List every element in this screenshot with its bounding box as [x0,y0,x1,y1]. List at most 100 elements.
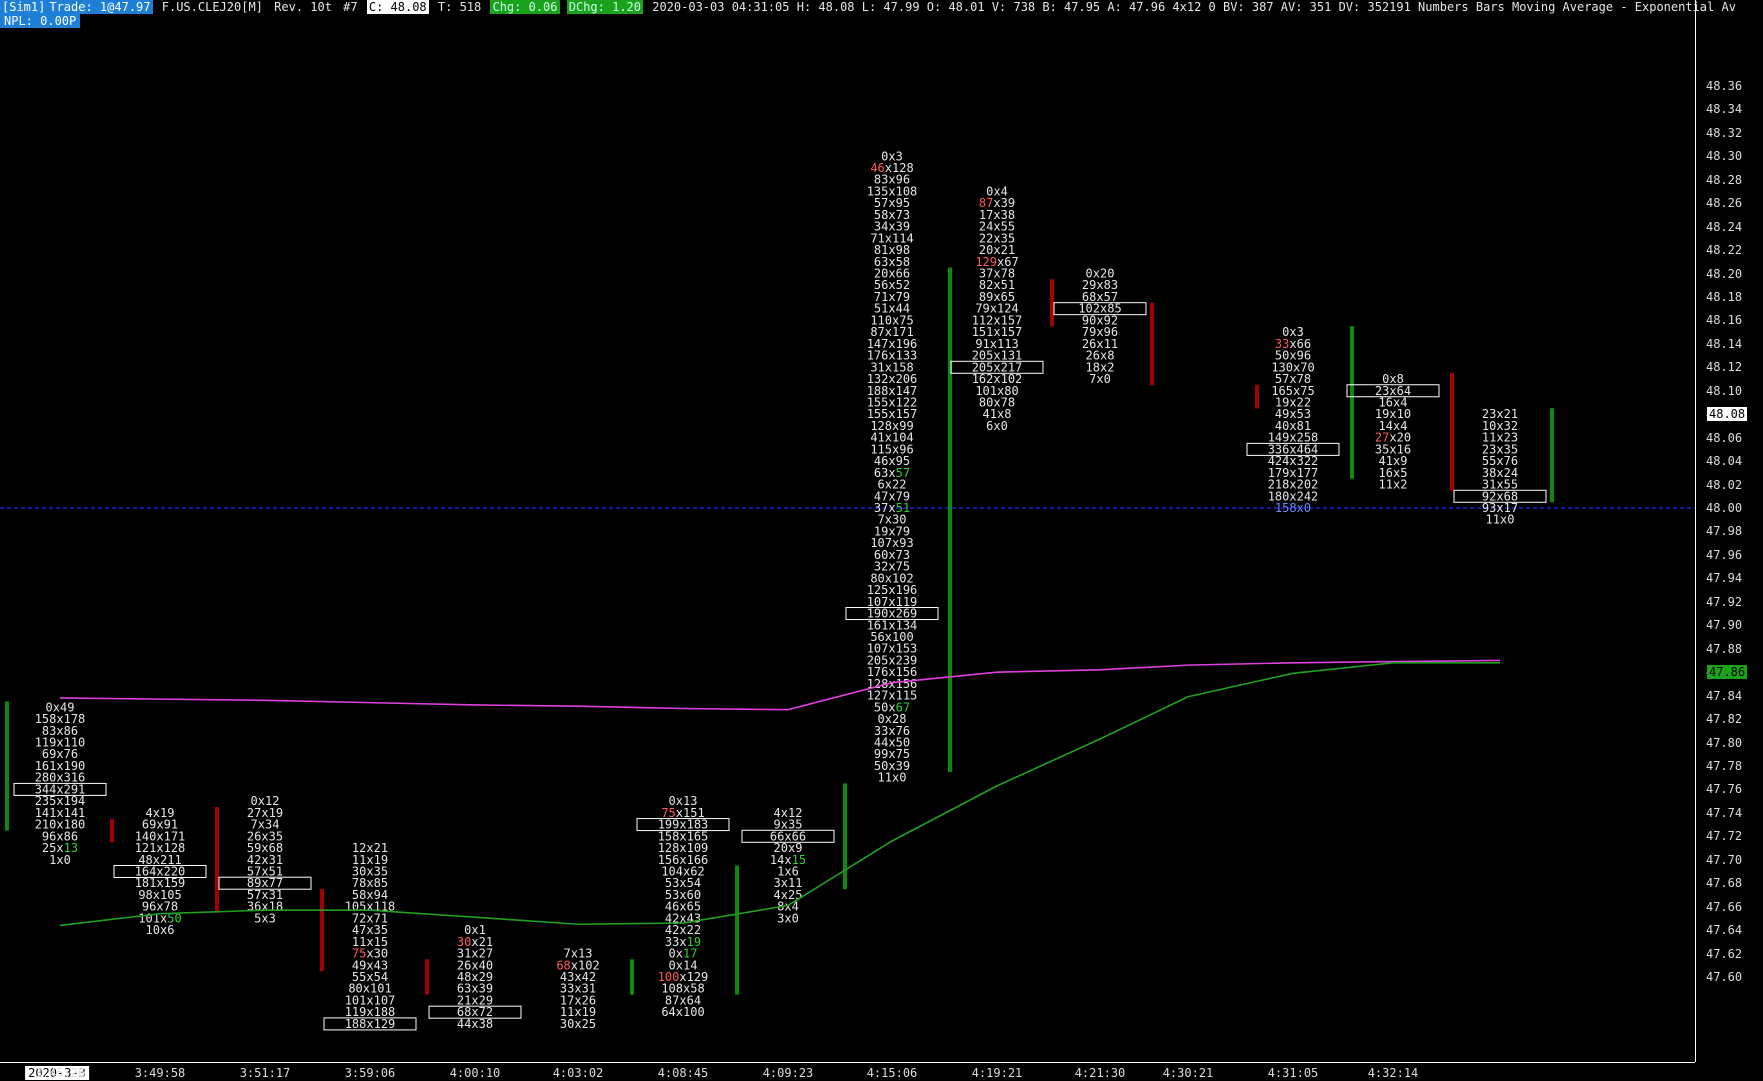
time-tick-label: 4:03:02 [552,1066,604,1080]
change-label: Chg: 0.06 [490,0,560,14]
price-tick-label: 48.02 [1706,477,1743,492]
price-tick-label: 48.22 [1706,243,1743,258]
volume-bar [1150,302,1154,386]
footprint-chart[interactable]: 0x49158x17883x86119x11069x76161x190280x3… [0,0,1695,1062]
volume-bar [630,959,634,995]
footprint-cell: 11x0 [1486,513,1515,527]
ema-price-tag: 47.86 [1707,665,1748,680]
price-tick-label: 48.20 [1706,266,1743,281]
footprint-bar[interactable]: 0x487x3917x3824x5522x3520x21129x6737x788… [950,184,1054,433]
price-tick-label: 48.04 [1706,454,1743,469]
volume-bar [1255,384,1259,409]
footprint-bar[interactable]: 7x1368x10243x4233x3117x2611x1930x25 [556,947,634,1031]
time-tick-label: 4:19:21 [971,1066,1023,1080]
price-axis[interactable]: 48.36 48.34 48.32 48.30 48.28 48.26 48.24 48.22… [1695,0,1763,1062]
price-tick-label: 48.36 [1706,78,1743,93]
rev-label: Rev. 10t [274,0,332,14]
footprint-bar[interactable]: 0x823x6416x419x1014x427x2035x1641x916x51… [1346,372,1454,492]
time-tick-label: 3:45:26 [34,1066,86,1080]
footprint-bar[interactable]: 23x2110x3211x2323x3555x7638x2431x5592x68… [1453,407,1554,527]
footprint-cell: 7x0 [1089,372,1111,386]
volume-bar [948,267,952,772]
footprint-cell: 10x6 [146,923,175,937]
footprint-cell: 11x2 [1379,478,1408,492]
price-tick-label: 48.30 [1706,149,1743,164]
volume-bar [1050,279,1054,327]
price-tick-label: 48.10 [1706,383,1743,398]
chart-header: [Sim1] Trade: 1@47.97 F.US.CLEJ20[M] Rev.… [0,0,1738,14]
price-tick-label: 48.12 [1706,360,1743,375]
bar-info-label: 2020-03-03 04:31:05 H: 48.08 L: 47.99 O:… [652,0,1736,14]
time-axis[interactable]: 2020-3-3 3:45:26 3:49:58 3:51:17 3:59:06 4:00… [0,1062,1695,1081]
price-tick-label: 47.88 [1706,641,1743,656]
time-tick-label: 3:49:58 [134,1066,186,1080]
time-tick-label: 4:00:10 [449,1066,501,1080]
current-price-tag: 48.08 [1707,407,1748,422]
volume-bar [110,818,114,843]
footprint-bar[interactable]: 4x129x3566x6620x914x151x63x114x258x43x0 [741,783,847,925]
npl-label: NPL: 0.00P [0,14,81,28]
footprint-bar[interactable]: 0x49158x17883x86119x11069x76161x190280x3… [5,700,107,867]
footprint-cell: 158x0 [1275,501,1311,515]
bar-number-label: #7 [343,0,358,14]
footprint-bar[interactable]: 0x2029x8368x57102x8590x9279x9626x1126x81… [1053,267,1154,387]
price-tick-label: 47.76 [1706,782,1743,797]
time-tick-label: 4:21:30 [1074,1066,1126,1080]
volume-bar [735,865,739,995]
volume-bar [320,888,324,972]
daily-change-label: DChg: 1.20 [566,0,643,14]
time-tick-label: 3:51:17 [239,1066,291,1080]
time-tick-label: 4:09:23 [762,1066,814,1080]
footprint-cell: 1x0 [49,853,71,867]
price-tick-label: 48.24 [1706,219,1743,234]
price-tick-label: 47.94 [1706,571,1743,586]
price-tick-label: 48.16 [1706,313,1743,328]
price-tick-label: 47.80 [1706,735,1743,750]
time-tick-label: 4:08:45 [657,1066,709,1080]
ema-fast-line [59,659,1501,711]
footprint-bar[interactable]: 0x1227x197x3426x3559x6842x3157x5189x7757… [215,794,312,925]
symbol-label: F.US.CLEJ20[M] [161,0,263,14]
time-tick-label: 3:59:06 [344,1066,396,1080]
close-price-label: C: 48.08 [366,0,429,14]
footprint-cell: 64x100 [661,1005,704,1019]
volume-bar [843,783,847,890]
sim-account-label[interactable]: [Sim1] [0,0,48,14]
footprint-bar[interactable]: 0x333x6650x96130x7057x78165x7519x2249x53… [1246,325,1354,515]
price-tick-label: 47.60 [1706,970,1743,984]
price-tick-label: 47.62 [1706,946,1743,961]
time-tick-label: 4:31:05 [1267,1066,1319,1080]
time-tick-label: 4:15:06 [866,1066,918,1080]
price-tick-label: 47.90 [1706,618,1743,633]
footprint-cell: 11x0 [878,771,907,785]
price-tick-label: 47.84 [1706,688,1743,703]
footprint-bar[interactable] [1255,384,1259,409]
price-tick-label: 48.06 [1706,430,1743,445]
price-tick-label: 48.28 [1706,172,1743,187]
volume-bar [1450,373,1454,491]
footprint-cell: 30x25 [560,1017,596,1031]
chart-window: 0x49 158x178 83x86 119x110 69x76 161x190 280x3… [0,0,1763,1080]
time-tick-label: 4:30:21 [1162,1066,1214,1080]
price-tick-label: 47.72 [1706,829,1743,844]
volume-bar [215,806,219,913]
footprint-bar[interactable]: 0x1375x151199x183158x165128x109156x16610… [636,794,739,1019]
price-tick-label: 47.66 [1706,899,1743,914]
volume-bar [425,959,429,995]
footprint-cell: 188x129 [345,1017,396,1031]
footprint-cell: 44x38 [457,1017,493,1031]
footprint-bar[interactable]: 12x2111x1930x3578x8558x94105x11872x7147x… [320,841,417,1031]
price-tick-label: 48.14 [1706,336,1743,351]
price-tick-label: 47.92 [1706,594,1743,609]
volume-bar [5,701,9,831]
price-tick-label: 47.64 [1706,923,1743,938]
tick-count-label: T: 518 [437,0,482,14]
footprint-cell: 3x0 [777,911,799,925]
volume-bar [1550,408,1554,503]
footprint-bar[interactable]: 0x346x12883x96135x10857x9558x7334x3971x1… [845,149,952,785]
footprint-bar[interactable]: 0x130x2131x2726x4048x2963x3921x2968x7244… [425,923,522,1031]
last-trade-label: Trade: 1@47.97 [47,0,153,14]
price-tick-label: 47.98 [1706,524,1743,539]
time-tick-label: 4:32:14 [1367,1066,1419,1080]
price-tick-label: 47.78 [1706,758,1743,773]
